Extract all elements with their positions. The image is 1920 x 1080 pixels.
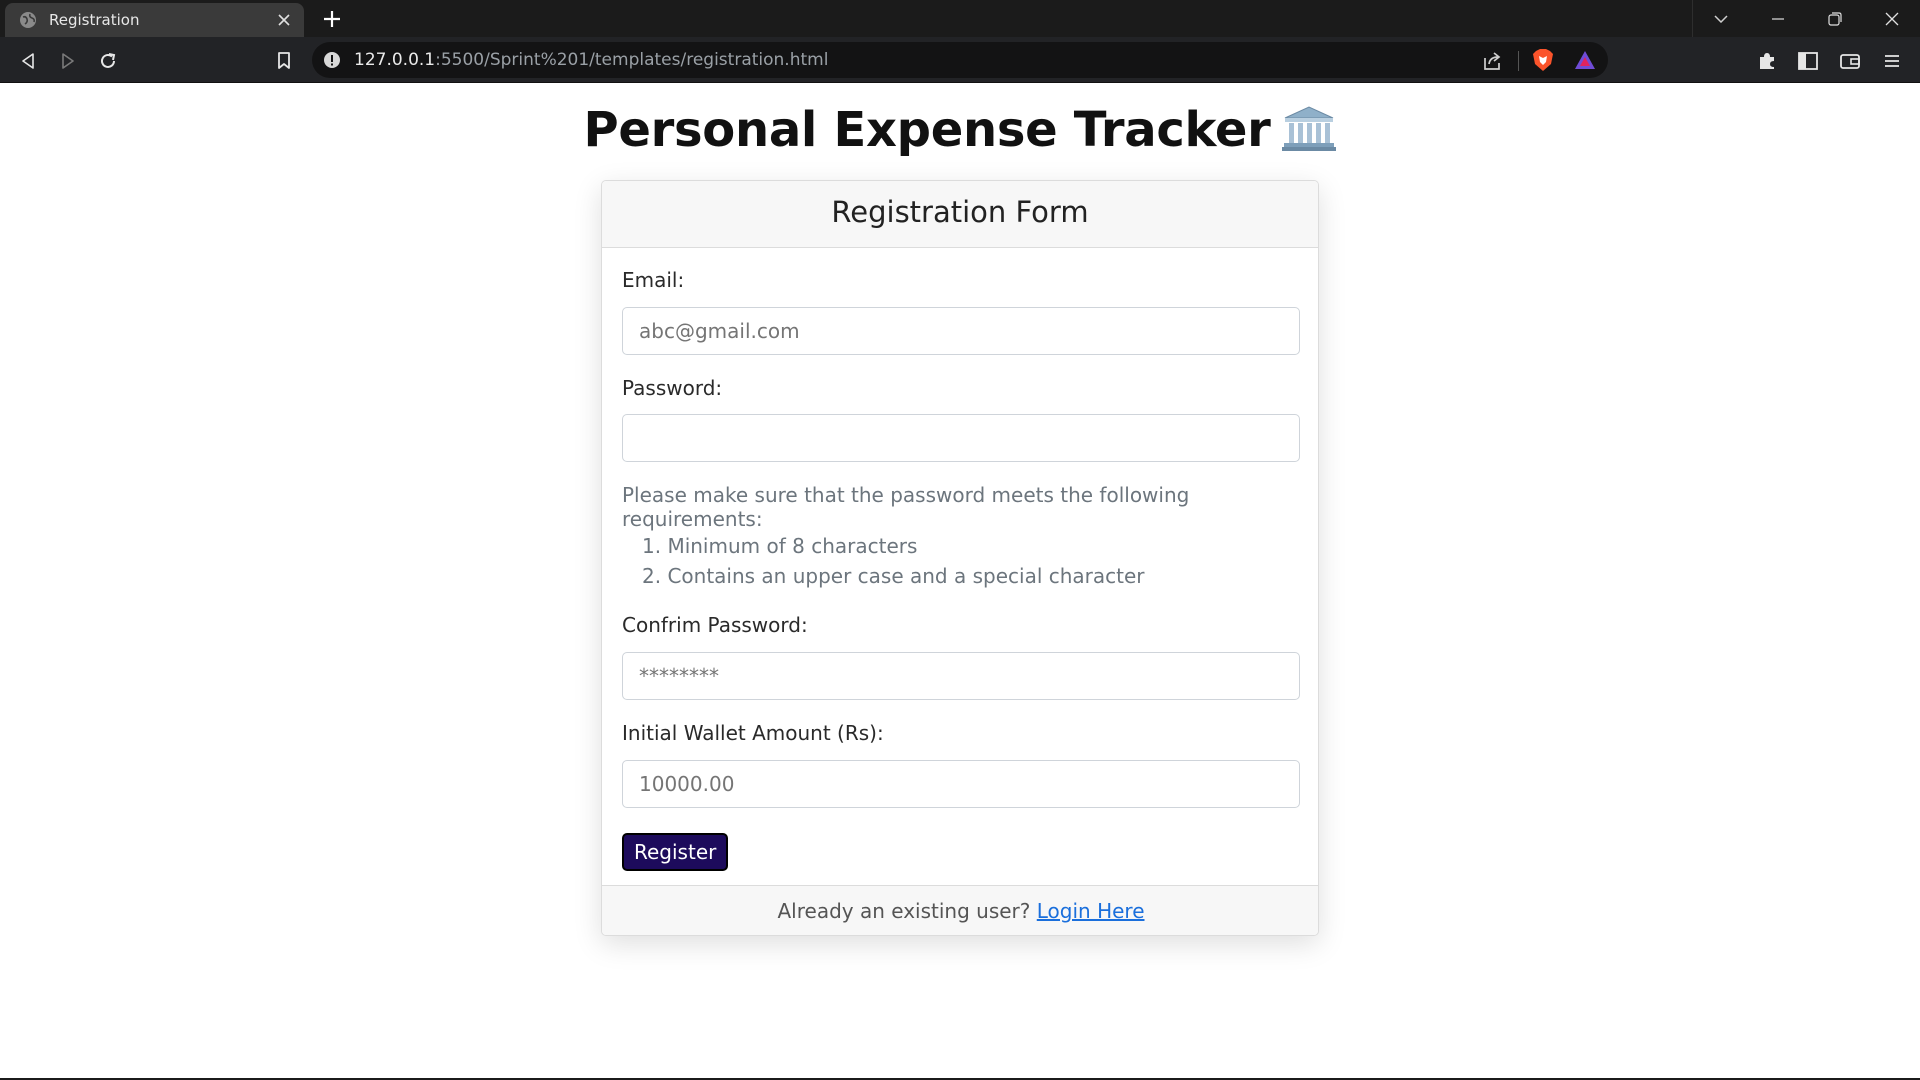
requirement-item: 2. Contains an upper case and a special …	[642, 564, 1145, 588]
site-info-icon[interactable]	[322, 50, 342, 70]
address-bar-divider	[1518, 51, 1519, 71]
reload-button[interactable]	[94, 47, 122, 75]
email-field[interactable]	[622, 307, 1300, 355]
window-controls	[1692, 0, 1920, 37]
share-icon[interactable]	[1482, 50, 1504, 72]
email-label: Email:	[622, 268, 685, 292]
sidebar-icon	[1798, 52, 1818, 70]
extensions-button[interactable]	[1753, 47, 1781, 75]
hamburger-menu-icon	[1885, 55, 1899, 67]
address-bar[interactable]: 127.0.0.1:5500/Sprint%201/templates/regi…	[312, 42, 1608, 78]
page-title: Personal Expense Tracker	[0, 102, 1920, 158]
close-icon	[1885, 12, 1898, 25]
url-text[interactable]: 127.0.0.1:5500/Sprint%201/templates/regi…	[354, 42, 828, 78]
plus-icon	[324, 11, 340, 27]
login-link[interactable]: Login Here	[1037, 899, 1145, 923]
restore-button[interactable]	[1806, 0, 1863, 37]
sidebar-button[interactable]	[1794, 47, 1822, 75]
wallet-amount-label: Initial Wallet Amount (Rs):	[622, 721, 884, 745]
page-title-text: Personal Expense Tracker	[583, 102, 1271, 158]
url-host: 127.0.0.1	[354, 50, 436, 70]
puzzle-icon	[1760, 53, 1774, 69]
register-button[interactable]: Register	[622, 833, 729, 871]
registration-card: Registration Form Email: Password: Pleas…	[601, 180, 1319, 936]
password-requirements-list: 1. Minimum of 8 characters 2. Contains a…	[642, 531, 1145, 591]
tab-title: Registration	[49, 11, 140, 29]
bookmark-button[interactable]	[270, 47, 298, 75]
url-path: :5500/Sprint%201/templates/registration.…	[435, 50, 829, 70]
password-label: Password:	[622, 376, 723, 400]
browser-tab-bar: Registration	[0, 0, 1920, 37]
confirm-password-field[interactable]	[622, 652, 1300, 700]
minimize-icon	[1771, 17, 1784, 20]
close-window-button[interactable]	[1863, 0, 1920, 37]
browser-tab[interactable]: Registration	[5, 3, 304, 37]
password-requirements-intro: Please make sure that the password meets…	[622, 483, 1190, 531]
browser-toolbar: 127.0.0.1:5500/Sprint%201/templates/regi…	[0, 37, 1920, 83]
wallet-button[interactable]	[1836, 47, 1864, 75]
wallet-amount-field[interactable]	[622, 760, 1300, 808]
menu-button[interactable]	[1878, 47, 1906, 75]
close-tab-icon[interactable]	[274, 10, 294, 30]
password-field[interactable]	[622, 414, 1300, 462]
globe-icon	[20, 12, 36, 28]
form-footer: Already an existing user? Login Here	[602, 885, 1318, 935]
bookmark-icon	[278, 52, 290, 69]
restore-icon	[1827, 11, 1842, 26]
classical-building-icon	[1281, 106, 1336, 151]
brave-shields-icon[interactable]	[1532, 48, 1554, 72]
back-icon	[22, 53, 34, 69]
form-header: Registration Form	[602, 181, 1318, 248]
tab-search-button[interactable]	[1692, 0, 1749, 37]
brave-rewards-icon[interactable]	[1574, 49, 1596, 71]
confirm-password-label: Confrim Password:	[622, 613, 808, 637]
wallet-icon	[1840, 54, 1860, 69]
forward-icon	[62, 53, 74, 69]
existing-user-text: Already an existing user?	[777, 899, 1031, 923]
requirement-item: 1. Minimum of 8 characters	[642, 534, 918, 558]
minimize-button[interactable]	[1749, 0, 1806, 37]
reload-icon	[101, 53, 116, 68]
back-button[interactable]	[14, 47, 42, 75]
chevron-down-icon	[1714, 14, 1728, 23]
page-content: Personal Expense Tracker Registration Fo…	[0, 84, 1920, 1080]
new-tab-button[interactable]	[317, 5, 347, 33]
forward-button[interactable]	[54, 47, 82, 75]
